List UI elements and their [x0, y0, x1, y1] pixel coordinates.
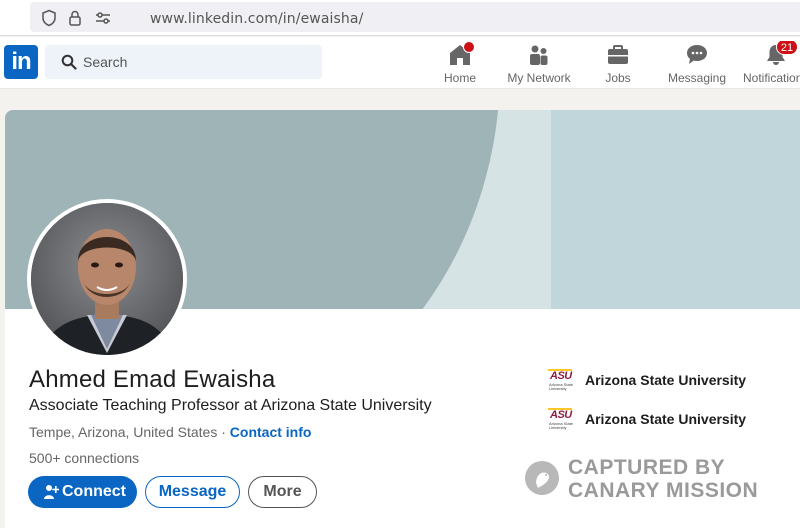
nav-my-network[interactable]: My Network — [500, 41, 578, 87]
asu-logo: ASU Arizona State University — [548, 408, 574, 430]
banner-shape-panel — [551, 110, 800, 309]
profile-headline: Associate Teaching Professor at Arizona … — [29, 397, 432, 414]
message-button[interactable]: Message — [145, 476, 240, 508]
watermark-line-2: CANARY MISSION — [568, 479, 759, 502]
profile-photo-image — [31, 203, 183, 355]
permissions-icon[interactable] — [94, 9, 112, 27]
education-item[interactable]: ASU Arizona State University Arizona Sta… — [548, 408, 768, 432]
search-box[interactable] — [45, 45, 322, 79]
briefcase-icon — [608, 45, 628, 64]
nav-jobs[interactable]: Jobs — [590, 41, 646, 87]
asu-logo-subtext: Arizona State University — [549, 421, 574, 430]
nav-messaging-label: Messaging — [667, 71, 727, 85]
profile-photo[interactable] — [27, 199, 187, 359]
asu-logo-mark: ASU — [550, 409, 572, 421]
nav-my-network-label: My Network — [507, 71, 571, 85]
education-school-name: Arizona State University — [585, 411, 747, 427]
url-text[interactable]: www.linkedin.com/in/ewaisha/ — [150, 11, 363, 27]
address-bar[interactable]: www.linkedin.com/in/ewaisha/ — [30, 2, 800, 32]
notifications-badge: 21 — [776, 41, 798, 55]
profile-location: Tempe, Arizona, United States — [29, 424, 218, 440]
watermark: CAPTURED BY CANARY MISSION — [525, 455, 765, 505]
connections-count[interactable]: 500+ connections — [29, 450, 139, 466]
profile-card: Ahmed Emad Ewaisha Associate Teaching Pr… — [5, 110, 800, 528]
asu-logo-subtext: Arizona State University — [549, 382, 574, 391]
browser-toolbar: www.linkedin.com/in/ewaisha/ — [0, 0, 800, 36]
connect-button-label: Connect — [62, 483, 126, 500]
asu-logo-mark: ASU — [550, 370, 572, 382]
linkedin-logo[interactable]: in — [4, 45, 38, 79]
home-notification-dot — [463, 41, 475, 53]
education-item[interactable]: ASU Arizona State University Arizona Sta… — [548, 369, 768, 393]
lock-icon[interactable] — [66, 9, 84, 27]
add-person-icon — [44, 485, 59, 499]
location-separator: · — [217, 424, 230, 440]
profile-name: Ahmed Emad Ewaisha — [29, 366, 276, 393]
messaging-icon — [687, 45, 707, 64]
watermark-line-1: CAPTURED BY — [568, 456, 726, 479]
connect-button[interactable]: Connect — [28, 476, 137, 508]
canary-bird-icon — [525, 461, 559, 495]
shield-icon[interactable] — [40, 9, 58, 27]
top-navigation: in Home My Network Jobs — [0, 37, 800, 89]
nav-notifications[interactable]: 21 Notifications — [740, 41, 800, 87]
profile-location-line: Tempe, Arizona, United States · Contact … — [29, 424, 311, 440]
watermark-text: CAPTURED BY CANARY MISSION — [568, 456, 758, 502]
asu-logo: ASU Arizona State University — [548, 369, 574, 391]
education-school-name: Arizona State University — [585, 372, 747, 388]
network-icon — [530, 45, 548, 65]
more-button[interactable]: More — [248, 476, 317, 508]
nav-jobs-label: Jobs — [605, 71, 631, 85]
nav-home-label: Home — [443, 71, 476, 85]
contact-info-link[interactable]: Contact info — [230, 424, 312, 440]
nav-notifications-label: Notifications — [743, 71, 800, 85]
search-input[interactable] — [83, 45, 313, 79]
search-icon — [61, 54, 77, 70]
nav-home[interactable]: Home — [430, 41, 490, 87]
canary-bird-icon-shape — [536, 472, 550, 488]
nav-messaging[interactable]: Messaging — [664, 41, 730, 87]
